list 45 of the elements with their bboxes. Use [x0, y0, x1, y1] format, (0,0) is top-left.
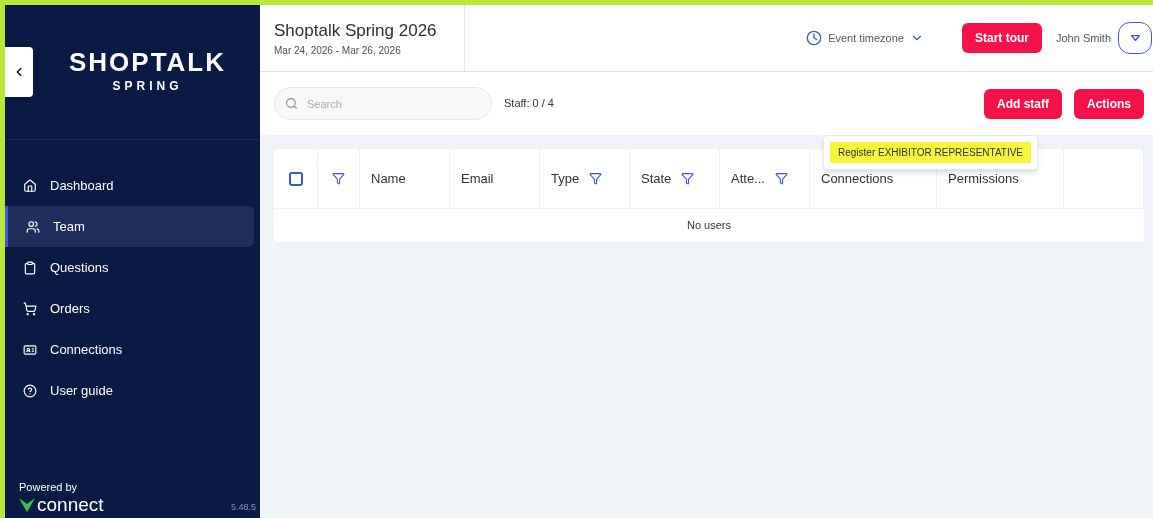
- help-icon: [23, 383, 37, 398]
- filter-icon: [332, 172, 345, 185]
- actions-button[interactable]: Actions: [1074, 88, 1144, 119]
- event-dates: Mar 24, 2026 - Mar 26, 2026: [274, 44, 401, 59]
- menu-item[interactable]: Register EXHIBITOR REPRESENTATIVE: [830, 142, 1032, 163]
- column-header: Connections: [821, 169, 894, 188]
- caret-icon: [1130, 35, 1140, 41]
- sidebar-item[interactable]: Connections: [5, 329, 254, 370]
- logo-title: SHOPTALK: [68, 49, 227, 75]
- team-icon: [26, 219, 40, 234]
- logo-subtitle: SPRING: [112, 78, 183, 95]
- filter-icon: [589, 172, 603, 185]
- clock-icon: [806, 30, 823, 46]
- clipboard-icon: [23, 260, 37, 275]
- sidebar-item[interactable]: Team: [5, 206, 254, 247]
- search-icon: [285, 97, 298, 110]
- column-header: Atte...: [731, 169, 765, 188]
- column-header: Email: [461, 169, 494, 188]
- column-header: Permissions: [948, 169, 1019, 188]
- powered-by-text: Powered by: [19, 479, 78, 495]
- staff-count: Staff: 0 / 4: [504, 96, 554, 112]
- sidebar-item[interactable]: Orders: [5, 288, 254, 329]
- add-staff-button[interactable]: Add staff: [984, 88, 1062, 119]
- search-field[interactable]: Search: [274, 87, 492, 120]
- sidebar-item[interactable]: Dashboard: [5, 165, 254, 206]
- event-title: Shoptalk Spring 2026: [274, 19, 437, 42]
- filter-icon: [774, 172, 788, 185]
- start-tour-button[interactable]: Start tour: [961, 23, 1042, 53]
- id-card-icon: [23, 342, 37, 357]
- brand-name: connect: [37, 495, 104, 514]
- cart-icon: [23, 301, 37, 316]
- select-all-checkbox[interactable]: [288, 171, 303, 186]
- user-name: John Smith: [1055, 30, 1111, 46]
- column-header: Type: [551, 169, 580, 188]
- sidebar-item[interactable]: User guide: [5, 370, 254, 411]
- filter-icon: [681, 172, 695, 185]
- version-text: 5.48.5: [230, 500, 256, 514]
- sidebar-item[interactable]: Questions: [5, 247, 254, 288]
- column-header: Name: [371, 169, 406, 188]
- column-header: State: [641, 169, 672, 188]
- user-menu-button[interactable]: [1118, 22, 1152, 54]
- v-logo-icon: [19, 497, 35, 512]
- home-icon: [23, 178, 37, 193]
- timezone-dropdown[interactable]: Event timezone: [806, 29, 924, 47]
- empty-message: No users: [687, 218, 731, 234]
